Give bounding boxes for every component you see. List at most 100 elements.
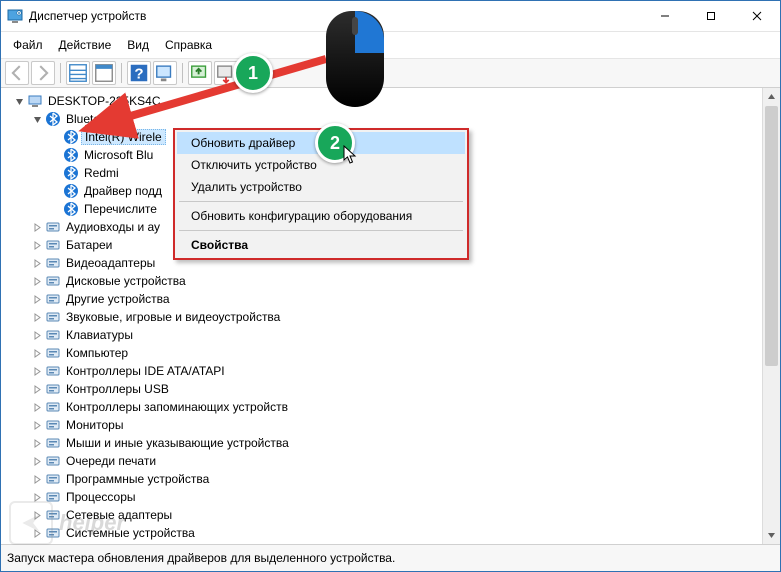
vertical-scrollbar[interactable] [762, 88, 780, 544]
window-controls [642, 1, 780, 31]
device-label: Intel(R) Wirele [81, 129, 166, 145]
menu-action[interactable]: Действие [53, 36, 118, 54]
cm-scan-hardware[interactable]: Обновить конфигурацию оборудования [177, 205, 465, 227]
toolbar-forward[interactable] [31, 61, 55, 85]
chevron-right-icon[interactable] [31, 293, 43, 305]
chevron-right-icon[interactable] [31, 311, 43, 323]
tree-category[interactable]: Контроллеры IDE ATA/ATAPI [31, 362, 760, 380]
tree-category[interactable]: Мониторы [31, 416, 760, 434]
device-category-icon [45, 237, 61, 253]
device-category-icon [45, 399, 61, 415]
app-icon [7, 8, 23, 24]
chevron-right-icon[interactable] [31, 221, 43, 233]
chevron-right-icon[interactable] [31, 383, 43, 395]
tree-category[interactable]: Контроллеры запоминающих устройств [31, 398, 760, 416]
bluetooth-icon [63, 147, 79, 163]
window-title: Диспетчер устройств [29, 9, 146, 23]
tree-category[interactable]: Программные устройства [31, 470, 760, 488]
toolbar-help[interactable]: ? [127, 61, 151, 85]
category-label: Программные устройства [63, 472, 212, 486]
scroll-up-arrow[interactable] [763, 88, 780, 105]
tree-category[interactable]: Контроллеры USB [31, 380, 760, 398]
mouse-graphic [326, 11, 384, 107]
close-button[interactable] [734, 1, 780, 31]
scroll-thumb[interactable] [765, 106, 778, 366]
toolbar-properties[interactable] [92, 61, 116, 85]
device-category-icon [45, 327, 61, 343]
statusbar: Запуск мастера обновления драйверов для … [1, 544, 780, 571]
category-label: Контроллеры запоминающих устройств [63, 400, 291, 414]
bluetooth-icon [63, 183, 79, 199]
category-label: Клавиатуры [63, 328, 136, 342]
toolbar-details[interactable] [66, 61, 90, 85]
device-manager-window: Диспетчер устройств Файл Действие Вид Сп… [0, 0, 781, 572]
menu-view[interactable]: Вид [121, 36, 155, 54]
device-label: Redmi [81, 166, 122, 180]
maximize-button[interactable] [688, 1, 734, 31]
category-label: Мониторы [63, 418, 126, 432]
status-text: Запуск мастера обновления драйверов для … [7, 551, 395, 565]
category-label: Очереди печати [63, 454, 159, 468]
category-label: Дисковые устройства [63, 274, 189, 288]
tree-category[interactable]: Сетевые адаптеры [31, 506, 760, 524]
tree-category[interactable]: Дисковые устройства [31, 272, 760, 290]
device-category-icon [45, 273, 61, 289]
chevron-right-icon[interactable] [31, 473, 43, 485]
toolbar-update-driver[interactable] [188, 61, 212, 85]
tree-category[interactable]: Звуковые, игровые и видеоустройства [31, 308, 760, 326]
tree-category[interactable]: Компьютер [31, 344, 760, 362]
minimize-button[interactable] [642, 1, 688, 31]
root-label: DESKTOP-225KS4C [45, 94, 164, 108]
annotation-badge-1: 1 [233, 53, 273, 93]
watermark: helper [9, 501, 125, 545]
menu-help[interactable]: Справка [159, 36, 218, 54]
tree-category[interactable]: Системные устройства [31, 524, 760, 542]
tree-category[interactable]: Другие устройства [31, 290, 760, 308]
cm-properties[interactable]: Свойства [177, 234, 465, 256]
chevron-right-icon[interactable] [31, 239, 43, 251]
chevron-down-icon[interactable] [13, 95, 25, 107]
chevron-right-icon[interactable] [31, 347, 43, 359]
toolbar-scan[interactable] [153, 61, 177, 85]
chevron-right-icon[interactable] [31, 257, 43, 269]
toolbar: ? [1, 59, 780, 88]
tree-category[interactable]: Мыши и иные указывающие устройства [31, 434, 760, 452]
chevron-right-icon[interactable] [31, 329, 43, 341]
device-category-icon [45, 309, 61, 325]
watermark-text: helper [59, 510, 125, 536]
device-category-icon [45, 291, 61, 307]
bluetooth-icon [45, 111, 61, 127]
chevron-right-icon[interactable] [31, 455, 43, 467]
chevron-right-icon[interactable] [31, 401, 43, 413]
tree-category[interactable]: Процессоры [31, 488, 760, 506]
device-category-icon [45, 255, 61, 271]
watermark-icon [9, 501, 53, 545]
chevron-right-icon[interactable] [31, 437, 43, 449]
tree-root[interactable]: DESKTOP-225KS4C [13, 92, 760, 110]
device-category-icon [45, 345, 61, 361]
category-bluetooth[interactable]: Bluetooth [31, 110, 760, 128]
category-label: Мыши и иные указывающие устройства [63, 436, 292, 450]
bluetooth-icon [63, 129, 79, 145]
tree-category[interactable]: Клавиатуры [31, 326, 760, 344]
menu-file[interactable]: Файл [7, 36, 49, 54]
device-category-icon [45, 417, 61, 433]
scroll-down-arrow[interactable] [763, 527, 780, 544]
titlebar: Диспетчер устройств [1, 1, 780, 32]
toolbar-back[interactable] [5, 61, 29, 85]
chevron-right-icon[interactable] [31, 365, 43, 377]
device-label: Microsoft Blu [81, 148, 156, 162]
category-label: Контроллеры USB [63, 382, 172, 396]
tree-category[interactable]: Устройства HID (Human Interface Devices) [31, 542, 760, 544]
device-category-icon [45, 453, 61, 469]
cursor-icon [343, 145, 359, 165]
bluetooth-label: Bluetooth [63, 112, 120, 126]
tree-category[interactable]: Очереди печати [31, 452, 760, 470]
chevron-down-icon[interactable] [31, 113, 43, 125]
category-label: Звуковые, игровые и видеоустройства [63, 310, 283, 324]
cm-uninstall-device[interactable]: Удалить устройство [177, 176, 465, 198]
bluetooth-icon [63, 165, 79, 181]
chevron-right-icon[interactable] [31, 419, 43, 431]
device-label: Перечислите [81, 202, 160, 216]
chevron-right-icon[interactable] [31, 275, 43, 287]
